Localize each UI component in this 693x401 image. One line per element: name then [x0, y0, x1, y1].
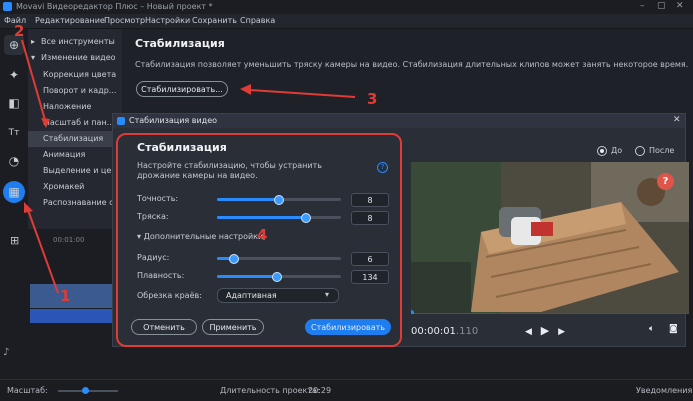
annotation-label-2: 2	[14, 22, 25, 40]
annotation-label-4: 4	[257, 226, 268, 244]
annotation-label-3: 3	[367, 90, 378, 108]
annotation-arrows	[21, 39, 356, 294]
annotation-label-1: 1	[60, 287, 71, 305]
